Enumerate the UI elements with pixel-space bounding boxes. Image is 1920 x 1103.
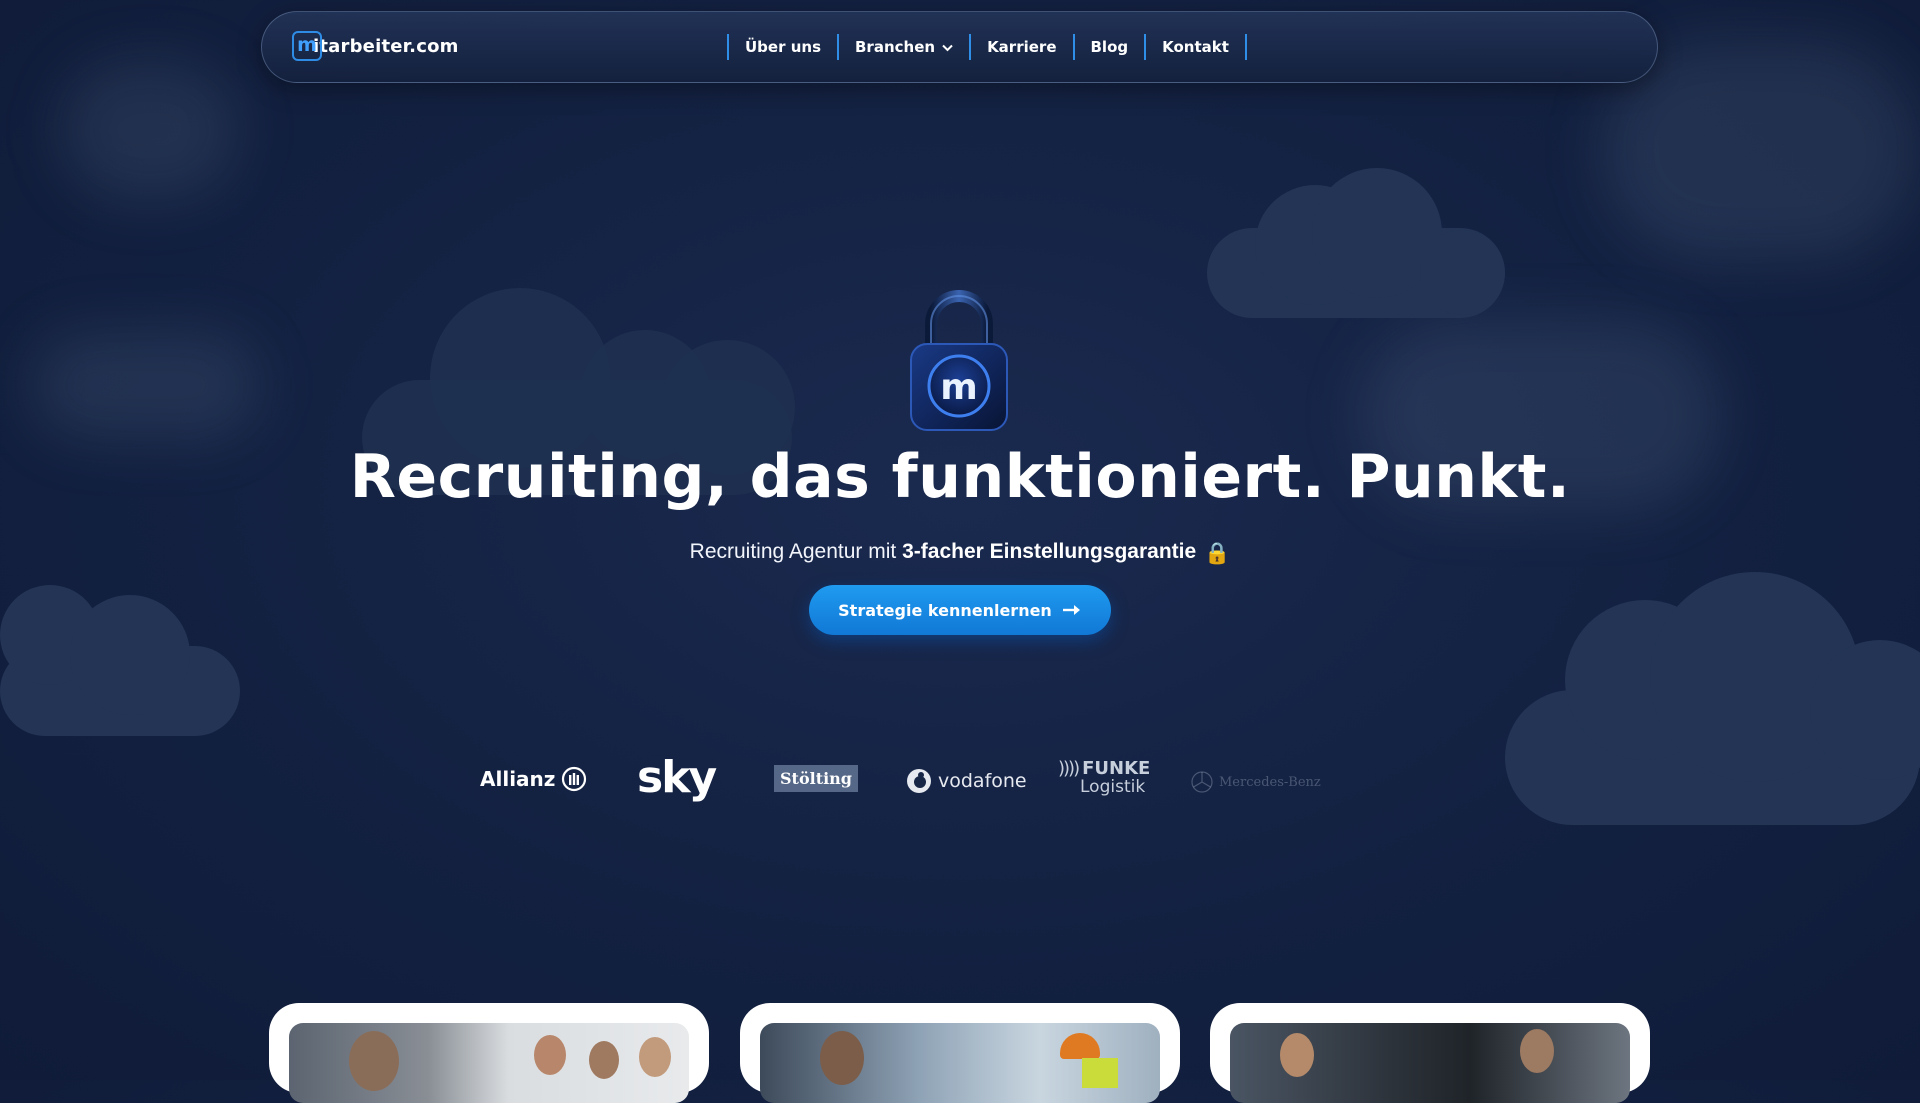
vodafone-speechmark-icon — [907, 769, 931, 793]
nav-item-label: Über uns — [745, 38, 821, 56]
site-logo[interactable]: m itarbeiter.com — [292, 31, 459, 61]
nav-item-kontakt[interactable]: Kontakt — [1146, 38, 1245, 56]
nav-item-blog[interactable]: Blog — [1075, 38, 1145, 56]
card-photo-team — [289, 1023, 689, 1103]
nav-item-label: Karriere — [987, 38, 1057, 56]
nav-item-karriere[interactable]: Karriere — [971, 38, 1072, 56]
hero-headline: Recruiting, das funktioniert. Punkt. — [349, 442, 1571, 512]
allianz-eagle-icon — [562, 766, 587, 792]
main-menu: Über uns Branchen Karriere Blog Kontakt — [727, 34, 1247, 60]
hero-subheadline: Recruiting Agentur mit 3-facher Einstell… — [0, 540, 1920, 566]
cta-label: Strategie kennenlernen — [838, 600, 1052, 620]
vodafone-logo: vodafone — [906, 768, 1027, 794]
padlock-icon: m — [905, 288, 1013, 433]
logo-mark: m — [292, 31, 322, 61]
card-photo-workers — [760, 1023, 1160, 1103]
strategy-cta-button[interactable]: Strategie kennenlernen — [809, 585, 1111, 635]
allianz-wordmark: Allianz — [480, 767, 556, 791]
cloud-bg — [30, 330, 260, 440]
subheadline-emphasis: 3-facher Einstellungsgarantie — [902, 540, 1197, 563]
top-nav-bar: m itarbeiter.com Über uns Branchen Karri… — [261, 11, 1658, 83]
logo-text: itarbeiter.com — [313, 35, 459, 57]
mercedes-wordmark: Mercedes-Benz — [1219, 774, 1321, 790]
funke-wordmark: )))) FUNKE — [1058, 758, 1151, 779]
stolting-logo: Stölting — [774, 765, 858, 792]
mercedes-star-icon — [1191, 771, 1213, 793]
card-photo-office — [1230, 1023, 1630, 1103]
menu-separator — [1244, 34, 1247, 60]
nav-item-branchen[interactable]: Branchen — [839, 38, 969, 56]
chevron-down-icon — [942, 38, 953, 56]
cloud — [1420, 230, 1505, 315]
stolting-wordmark: Stölting — [774, 765, 858, 792]
sky-logo: sky — [637, 752, 717, 803]
funke-subline: Logistik — [1080, 777, 1146, 797]
subheadline-prefix: Recruiting Agentur mit — [689, 540, 903, 563]
funke-logistik-logo: )))) FUNKE Logistik — [1058, 758, 1151, 797]
lock-emoji-icon: 🔒 — [1204, 542, 1231, 565]
vodafone-wordmark: vodafone — [938, 770, 1027, 792]
nav-item-label: Blog — [1090, 38, 1129, 56]
cloud-bg — [1600, 40, 1920, 260]
nav-item-label: Kontakt — [1162, 38, 1229, 56]
nav-item-label: Branchen — [855, 38, 936, 56]
cloud-bg — [60, 60, 240, 200]
nav-item-ueber-uns[interactable]: Über uns — [729, 38, 837, 56]
padlock-letter: m — [940, 367, 978, 408]
mercedes-benz-logo: Mercedes-Benz — [1190, 770, 1321, 794]
arrow-right-icon — [1062, 601, 1082, 620]
cloud — [70, 595, 190, 715]
allianz-logo: Allianz — [480, 766, 587, 792]
